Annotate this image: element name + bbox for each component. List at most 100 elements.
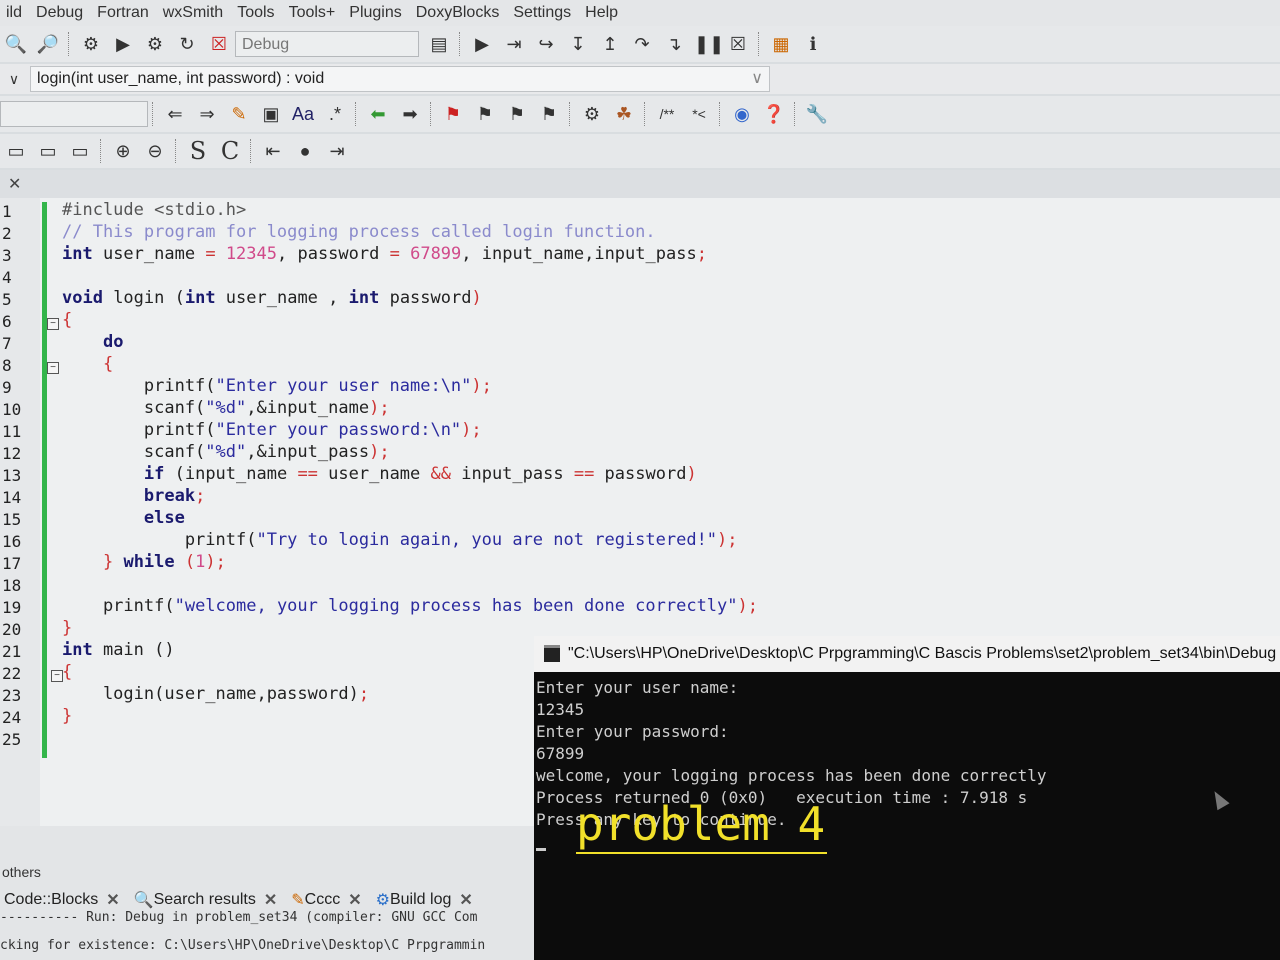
scope-select[interactable]: [0, 101, 148, 127]
back-arrow-icon[interactable]: ⇐: [163, 102, 187, 126]
console-line: welcome, your logging process has been d…: [536, 766, 1047, 785]
view-icon[interactable]: ▭: [36, 139, 60, 163]
menu-debug[interactable]: Debug: [36, 4, 83, 22]
line-comment-icon[interactable]: *<: [687, 102, 711, 126]
menu-tools-plus[interactable]: Tools+: [289, 4, 336, 22]
record-icon[interactable]: ●: [293, 139, 317, 163]
bookmark-prev-icon[interactable]: ⚑: [473, 102, 497, 126]
step-instruction-icon[interactable]: ↴: [662, 32, 686, 56]
forward-arrow-icon[interactable]: ⇒: [195, 102, 219, 126]
menu-plugins[interactable]: Plugins: [349, 4, 401, 22]
step-out-icon[interactable]: ↥: [598, 32, 622, 56]
fold-toggle-icon[interactable]: −: [47, 362, 59, 374]
block-comment-icon[interactable]: /**: [655, 102, 679, 126]
line-number: 9: [2, 378, 12, 397]
code-line: printf("Try to login again, you are not …: [62, 530, 738, 550]
step-into-icon[interactable]: ↧: [566, 32, 590, 56]
run-icon[interactable]: ▶: [111, 32, 135, 56]
target-dialog-icon[interactable]: ▤: [427, 32, 451, 56]
pause-icon[interactable]: ❚❚: [694, 32, 724, 56]
console-title-bar[interactable]: "C:\Users\HP\OneDrive\Desktop\C Prpgramm…: [534, 636, 1280, 672]
tab-build-log[interactable]: ⚙ Build log ✕: [376, 890, 473, 910]
line-number: 6: [2, 312, 12, 331]
zoom-out-icon[interactable]: ⊖: [143, 139, 167, 163]
step-back-icon[interactable]: ⇤: [261, 139, 285, 163]
chevron-down-icon: ∨: [751, 70, 763, 87]
rebuild-icon[interactable]: ↻: [175, 32, 199, 56]
toolbar-separator: [644, 102, 647, 126]
doxy-extract-icon[interactable]: ☘: [612, 102, 636, 126]
log-line: ---------- Run: Debug in problem_set34 (…: [0, 910, 478, 925]
close-icon[interactable]: ✕: [459, 890, 472, 910]
line-number: 23: [2, 686, 22, 705]
menu-fortran[interactable]: Fortran: [97, 4, 149, 22]
menu-tools[interactable]: Tools: [237, 4, 274, 22]
close-icon[interactable]: ✕: [264, 890, 277, 910]
chevron-down-icon[interactable]: ∨: [0, 66, 28, 92]
next-instruction-icon[interactable]: ↷: [630, 32, 654, 56]
run-to-cursor-icon[interactable]: ⇥: [502, 32, 526, 56]
stop-icon[interactable]: ☒: [726, 32, 750, 56]
line-number: 5: [2, 290, 12, 309]
code-line: scanf("%d",&input_pass);: [62, 442, 390, 462]
line-number: 12: [2, 444, 22, 463]
zoom-in-icon[interactable]: ⊕: [111, 139, 135, 163]
line-number: 20: [2, 620, 22, 639]
search-icon[interactable]: 🔍: [4, 32, 28, 56]
line-number: 18: [2, 576, 22, 595]
jump-back-icon[interactable]: ⬅: [366, 102, 390, 126]
close-icon[interactable]: ✕: [348, 890, 361, 910]
next-line-icon[interactable]: ↪: [534, 32, 558, 56]
s-button[interactable]: S: [186, 139, 210, 163]
tab-cccc[interactable]: ✎ Cccc ✕: [291, 890, 361, 910]
highlight-pen-icon[interactable]: ✎: [227, 102, 251, 126]
match-case-label[interactable]: Aa: [291, 102, 315, 126]
build-gear-icon[interactable]: ⚙: [79, 32, 103, 56]
line-number-gutter: 1 2 3 4 5 6 7 8 9 10 11 12 13 14 15 16 1…: [0, 198, 40, 826]
menu-settings[interactable]: Settings: [513, 4, 571, 22]
bookmark-toggle-icon[interactable]: ⚑: [441, 102, 465, 126]
view-icon[interactable]: ▭: [68, 139, 92, 163]
doxy-wizard-icon[interactable]: ⚙: [580, 102, 604, 126]
build-target-select[interactable]: Debug: [235, 31, 419, 57]
tab-label: Cccc: [304, 891, 341, 908]
step-forward-icon[interactable]: ⇥: [325, 139, 349, 163]
line-number: 16: [2, 532, 22, 551]
select-icon[interactable]: ▣: [259, 102, 283, 126]
view-icon[interactable]: ▭: [4, 139, 28, 163]
abort-icon[interactable]: ☒: [207, 32, 231, 56]
bookmark-next-icon[interactable]: ⚑: [505, 102, 529, 126]
wrench-icon[interactable]: 🔧: [805, 102, 829, 126]
c-button[interactable]: C: [218, 139, 242, 163]
tab-label: Build log: [389, 891, 452, 908]
menu-help[interactable]: Help: [585, 4, 618, 22]
toolbar-separator: [68, 32, 71, 56]
toolbar-separator: [430, 102, 433, 126]
html-docs-icon[interactable]: ◉: [730, 102, 754, 126]
bookmark-clear-icon[interactable]: ⚑: [537, 102, 561, 126]
menu-doxyblocks[interactable]: DoxyBlocks: [416, 4, 500, 22]
toolbar-separator: [250, 139, 253, 163]
info-icon[interactable]: ℹ: [801, 32, 825, 56]
jump-forward-icon[interactable]: ➡: [398, 102, 422, 126]
line-number: 14: [2, 488, 22, 507]
tab-codeblocks[interactable]: Code::Blocks ✕: [0, 890, 120, 910]
code-line: } while (1);: [102, 552, 226, 572]
view-toolbar: ▭ ▭ ▭ ⊕ ⊖ S C ⇤ ● ⇥: [0, 134, 1280, 168]
debug-windows-icon[interactable]: ▦: [769, 32, 793, 56]
menu-build[interactable]: ild: [6, 4, 22, 22]
function-select[interactable]: login(int user_name, int password) : voi…: [30, 66, 770, 92]
fold-toggle-icon[interactable]: −: [47, 318, 59, 330]
replace-icon[interactable]: 🔎: [36, 32, 60, 56]
menu-wxsmith[interactable]: wxSmith: [163, 4, 223, 22]
debug-continue-icon[interactable]: ▶: [470, 32, 494, 56]
tab-search-results[interactable]: 🔍 Search results ✕: [134, 890, 278, 910]
log-line: cking for existence: C:\Users\HP\OneDriv…: [0, 938, 486, 953]
console-line: Enter your user name:: [536, 678, 739, 697]
toolbar-separator: [794, 102, 797, 126]
close-icon[interactable]: ✕: [106, 890, 119, 910]
regex-label[interactable]: .*: [323, 102, 347, 126]
close-icon[interactable]: ✕: [8, 174, 21, 194]
help-icon[interactable]: ❓: [762, 102, 786, 126]
build-run-icon[interactable]: ⚙: [143, 32, 167, 56]
